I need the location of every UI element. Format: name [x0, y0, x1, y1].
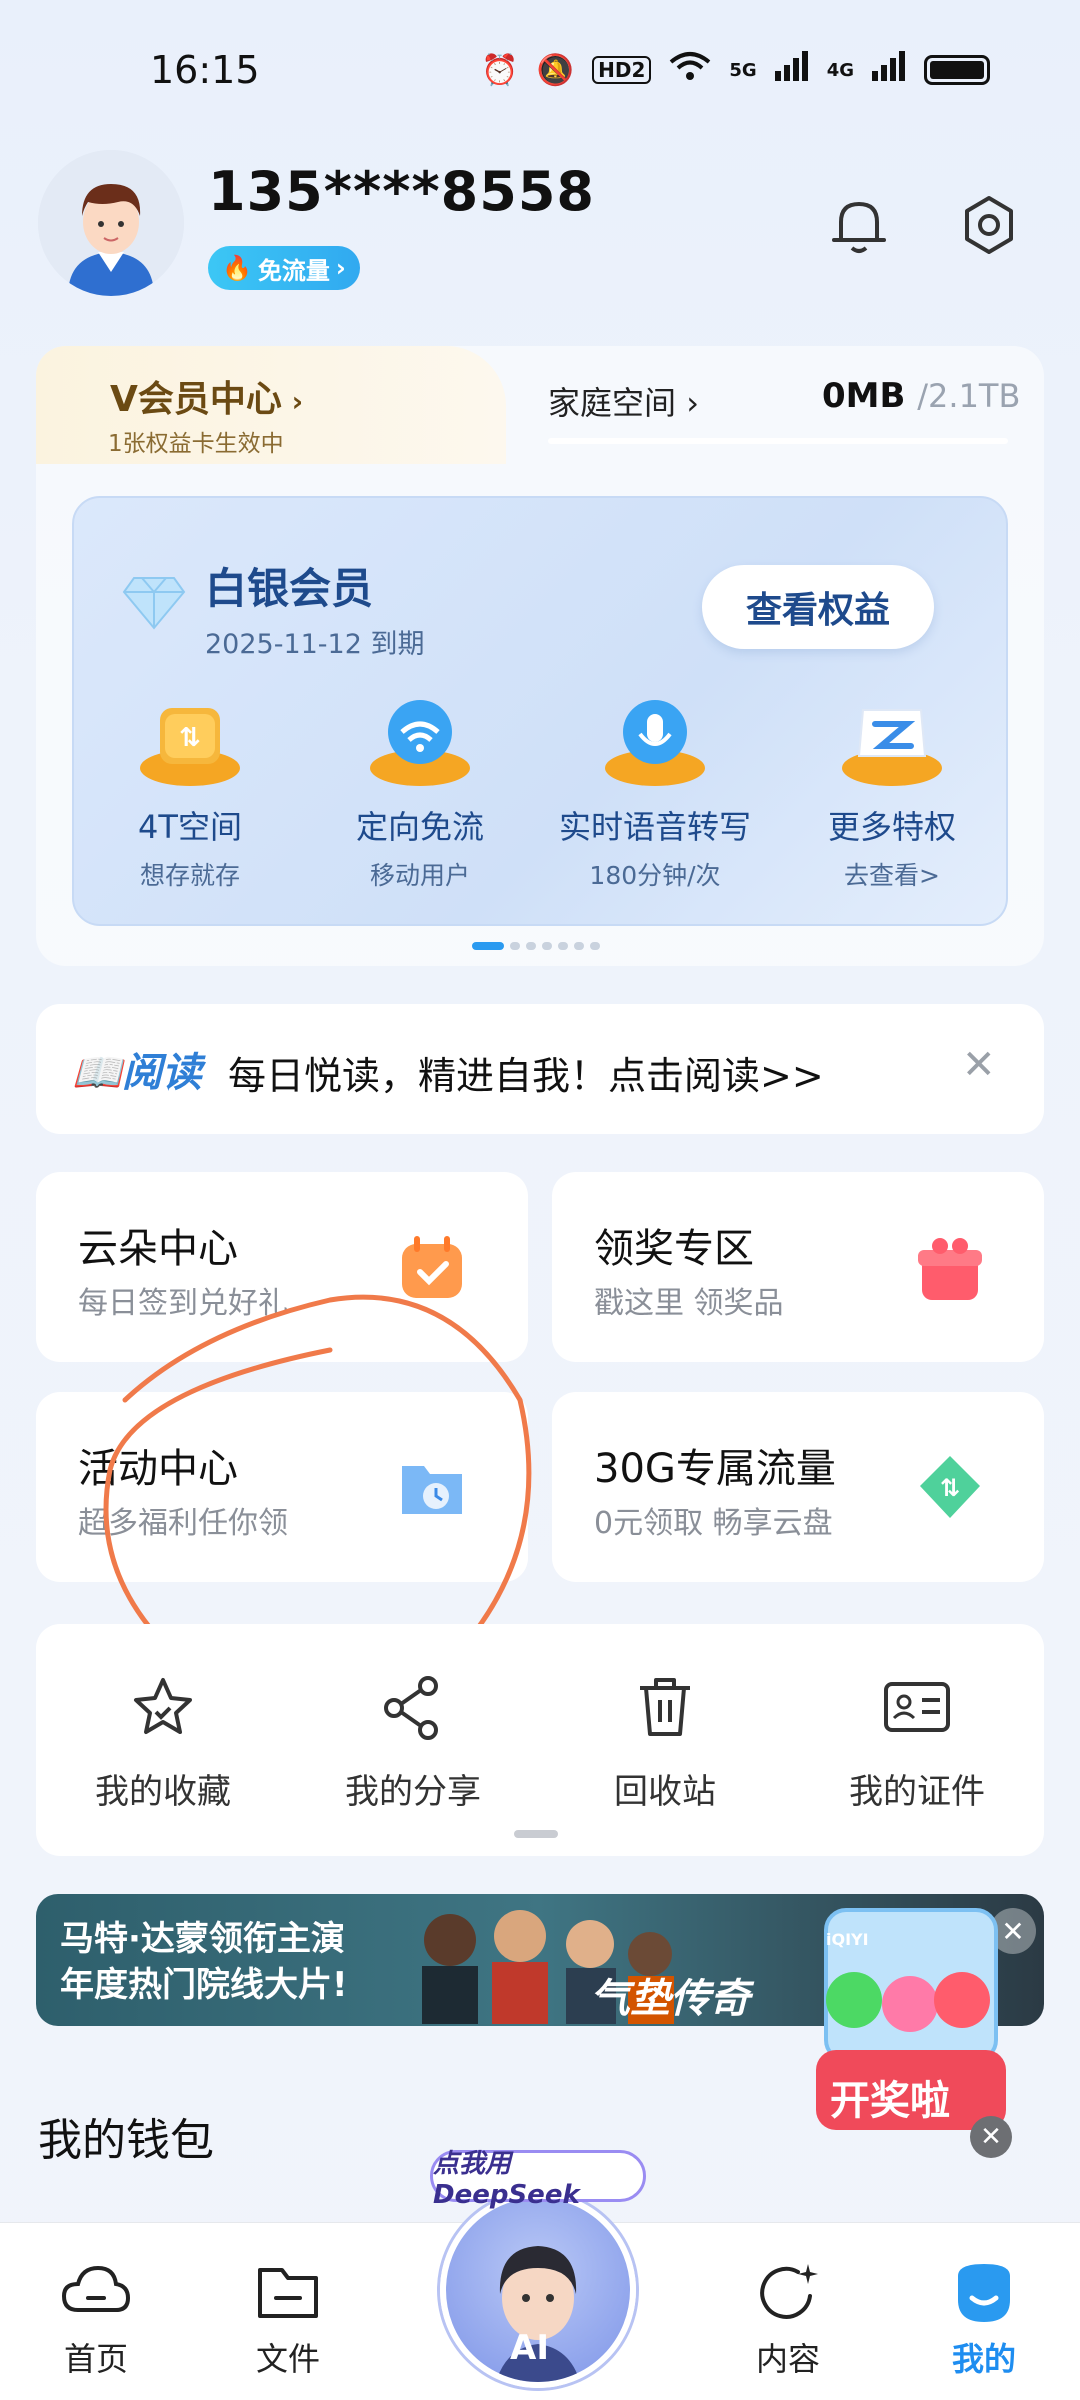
battery-icon: [924, 55, 990, 85]
status-icons: ⏰ 🔕 HD2 5G 4G: [481, 50, 990, 90]
nav-mine[interactable]: 我的: [914, 2256, 1054, 2380]
close-icon[interactable]: ✕: [970, 2116, 1012, 2158]
profile-active-icon: [948, 2256, 1020, 2328]
gift-icon: [914, 1232, 986, 1304]
perk-storage[interactable]: ⇅ 4T空间 想存就存: [90, 690, 290, 892]
calendar-check-icon: [396, 1232, 468, 1304]
svg-text:⇅: ⇅: [179, 723, 201, 753]
storage-bar: [548, 438, 1008, 444]
perk-name: 实时语音转写: [558, 808, 751, 846]
perk-free-traffic[interactable]: 定向免流 移动用户: [320, 690, 520, 892]
id-card-icon: [882, 1672, 952, 1742]
gear-icon[interactable]: [954, 190, 1024, 260]
member-level-title: 白银会员: [205, 564, 374, 613]
gacha-label: 开奖啦: [830, 2078, 950, 2124]
perk-desc: 去查看>: [844, 861, 940, 890]
nav-label: 首页: [63, 2340, 128, 2378]
card-title: 领奖专区: [594, 1226, 754, 1272]
nav-label: 文件: [255, 2340, 320, 2378]
perk-name: 定向免流: [355, 808, 484, 846]
folder-clock-icon: [396, 1452, 468, 1524]
perk-name: 4T空间: [138, 808, 242, 846]
close-icon[interactable]: ✕: [962, 1042, 996, 1088]
perk-desc: 180分钟/次: [589, 861, 721, 890]
nav-label: 内容: [755, 2340, 820, 2378]
vip-center-subtitle: 1张权益卡生效中: [108, 431, 284, 457]
svg-text:⇅: ⇅: [940, 1474, 960, 1502]
book-icon: 📖: [72, 1050, 122, 1096]
signal-4g-icon: 4G: [826, 59, 854, 81]
status-time: 16:15: [150, 48, 260, 92]
view-rights-button[interactable]: 查看权益: [702, 565, 934, 649]
diamond-icon: [122, 574, 186, 630]
microphone-icon: [600, 690, 710, 790]
favorites-shortcut[interactable]: 我的收藏: [38, 1672, 288, 1813]
perk-name: 更多特权: [827, 808, 956, 846]
traffic-icon: ⇅: [914, 1452, 986, 1524]
shortcut-label: 我的收藏: [95, 1772, 231, 1812]
wallet-title: 我的钱包: [38, 2115, 214, 2166]
shares-shortcut[interactable]: 我的分享: [288, 1672, 538, 1813]
reading-text[interactable]: 每日悦读，精进自我！点击阅读>>: [228, 1045, 824, 1100]
gacha-brand: iQIYI: [826, 1930, 869, 1949]
nav-label: 我的: [951, 2340, 1016, 2378]
storage-usage: 0MB /2.1TB: [822, 376, 1021, 416]
vip-center-title[interactable]: V会员中心 ›: [110, 370, 303, 422]
wifi-icon: [669, 50, 711, 90]
user-phone: 135****8558: [208, 160, 595, 223]
cloud-home-icon: [60, 2256, 132, 2328]
perk-desc: 想存就存: [139, 861, 240, 890]
shortcut-label: 回收站: [614, 1772, 716, 1812]
card-title: 活动中心: [78, 1446, 238, 1492]
card-title: 30G专属流量: [594, 1446, 836, 1492]
refresh-sparkle-icon: [752, 2256, 824, 2328]
documents-shortcut[interactable]: 我的证件: [792, 1672, 1042, 1813]
folder-icon: [252, 2256, 324, 2328]
free-traffic-tag[interactable]: 🔥 免流量 ›: [208, 246, 360, 290]
chevron-right-icon: ›: [335, 254, 346, 282]
family-space-link[interactable]: 家庭空间 ›: [548, 378, 699, 424]
avatar[interactable]: [38, 150, 184, 296]
perk-voice-transcribe[interactable]: 实时语音转写 180分钟/次: [555, 690, 755, 892]
perk-desc: 移动用户: [369, 861, 470, 890]
nav-content[interactable]: 内容: [718, 2256, 858, 2380]
hd-icon: HD2: [592, 56, 652, 84]
flame-icon: 🔥: [222, 254, 252, 282]
nav-files[interactable]: 文件: [218, 2256, 358, 2380]
ad-line-1: 马特·达蒙领衔主演: [60, 1919, 345, 1959]
nav-home[interactable]: 首页: [26, 2256, 166, 2380]
deepseek-bubble[interactable]: 点我用DeepSeek: [430, 2149, 646, 2210]
signal-bars-icon-2: [872, 51, 906, 89]
reading-logo: 📖阅读: [72, 1050, 202, 1096]
shortcut-label: 我的证件: [849, 1772, 985, 1812]
card-subtitle: 0元领取 畅享云盘: [594, 1506, 833, 1541]
shortcut-label: 我的分享: [345, 1772, 481, 1812]
share-icon: [378, 1672, 448, 1742]
signal-bars-icon: [774, 51, 809, 89]
trash-icon: [630, 1672, 700, 1742]
carousel-indicator: [472, 942, 600, 950]
card-title: 云朵中心: [78, 1226, 238, 1272]
signal-5g-icon: 5G: [729, 59, 757, 81]
ai-label: AI: [510, 2328, 549, 2368]
free-traffic-label: 免流量: [257, 256, 330, 285]
ad-text: 马特·达蒙领衔主演 年度热门院线大片!: [60, 1916, 348, 2008]
member-expiry: 2025-11-12 到期: [205, 629, 425, 660]
ad-line-2: 年度热门院线大片!: [60, 1965, 348, 2005]
cloud-storage-icon: ⇅: [135, 690, 245, 790]
more-perks-icon: [837, 690, 947, 790]
star-icon: [128, 1672, 198, 1742]
bell-icon[interactable]: [824, 190, 894, 260]
mute-icon: 🔕: [536, 52, 575, 88]
alarm-icon: ⏰: [481, 52, 519, 88]
card-subtitle: 超多福利任你领: [78, 1506, 288, 1541]
card-subtitle: 戳这里 领奖品: [594, 1286, 784, 1321]
perk-more[interactable]: 更多特权 去查看>: [792, 690, 992, 892]
ad-movie-title: 气垫传奇: [590, 1976, 750, 2022]
shortcuts-scroll-indicator: [514, 1830, 558, 1838]
card-subtitle: 每日签到兑好礼: [78, 1286, 288, 1321]
recycle-bin-shortcut[interactable]: 回收站: [540, 1672, 790, 1813]
wifi-perk-icon: [365, 690, 475, 790]
